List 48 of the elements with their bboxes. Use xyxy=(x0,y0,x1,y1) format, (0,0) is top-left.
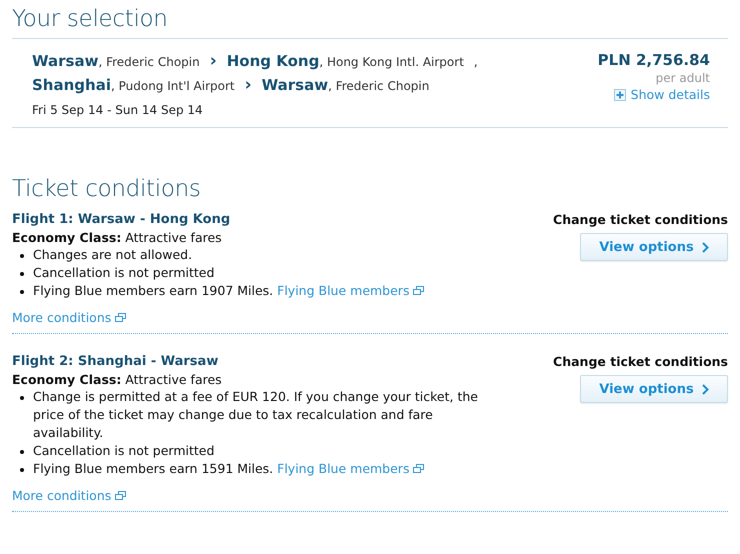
price-note: per adult xyxy=(656,71,710,85)
change-conditions-label: Change ticket conditions xyxy=(553,212,728,227)
condition-text: Cancellation is not permitted xyxy=(33,265,214,280)
bullet-icon xyxy=(20,468,24,472)
route-arrow: › xyxy=(210,51,217,71)
bullet-icon xyxy=(20,272,24,276)
more-conditions-link[interactable]: More conditions xyxy=(12,488,126,503)
condition-text: Change is permitted at a fee of EUR 120. If you change your ticket, the price of the ticket may change due to tax recalculation and fare availability. xyxy=(33,389,478,440)
airport-name: , Frederic Chopin xyxy=(328,79,430,93)
show-details-link[interactable]: Show details xyxy=(614,87,710,102)
airport-name: , Frederic Chopin xyxy=(98,55,200,69)
fare-class: Economy Class: Attractive fares xyxy=(12,372,222,387)
flight-title: Flight 1: Warsaw - Hong Kong xyxy=(12,212,230,227)
bullet-icon xyxy=(20,290,24,294)
page-heading: Your selection xyxy=(12,6,169,32)
condition-text: Flying Blue members earn 1591 Miles. xyxy=(33,461,274,476)
plus-icon xyxy=(614,88,626,100)
membership-link[interactable]: Flying Blue members xyxy=(277,461,424,476)
route-arrow: › xyxy=(244,75,252,95)
airport-name: , Pudong Int'l Airport xyxy=(110,79,235,93)
chevron-right-icon xyxy=(702,384,709,394)
condition-text: Changes are not allowed. xyxy=(33,247,192,262)
separator-comma: , xyxy=(474,55,478,69)
chevron-right-icon xyxy=(702,242,709,252)
external-window-icon xyxy=(115,491,126,500)
city-name: Hong Kong xyxy=(226,52,320,70)
more-conditions-link[interactable]: More conditions xyxy=(12,310,126,325)
city-name: Warsaw xyxy=(32,52,98,70)
airport-name: , Hong Kong Intl. Airport xyxy=(319,55,464,69)
condition-text: Cancellation is not permitted xyxy=(33,443,214,458)
city-name: Shanghai xyxy=(32,76,111,94)
membership-link[interactable]: Flying Blue members xyxy=(277,283,424,298)
flight-title: Flight 2: Shanghai - Warsaw xyxy=(12,354,218,369)
change-conditions-label: Change ticket conditions xyxy=(553,354,728,369)
view-options-button[interactable]: View options xyxy=(580,375,728,403)
city-name: Warsaw xyxy=(262,76,328,94)
travel-dates: Fri 5 Sep 14 - Sun 14 Sep 14 xyxy=(32,103,204,117)
condition-text: Flying Blue members earn 1907 Miles. xyxy=(33,283,274,298)
bullet-icon xyxy=(20,450,24,454)
bullet-icon xyxy=(20,396,24,400)
view-options-button[interactable]: View options xyxy=(580,233,728,261)
external-window-icon xyxy=(413,286,424,295)
external-window-icon xyxy=(413,464,424,473)
price: PLN 2,756.84 xyxy=(598,51,710,69)
section-heading: Ticket conditions xyxy=(12,176,202,202)
external-window-icon xyxy=(115,313,126,322)
fare-class: Economy Class: Attractive fares xyxy=(12,230,222,245)
bullet-icon xyxy=(20,254,24,258)
